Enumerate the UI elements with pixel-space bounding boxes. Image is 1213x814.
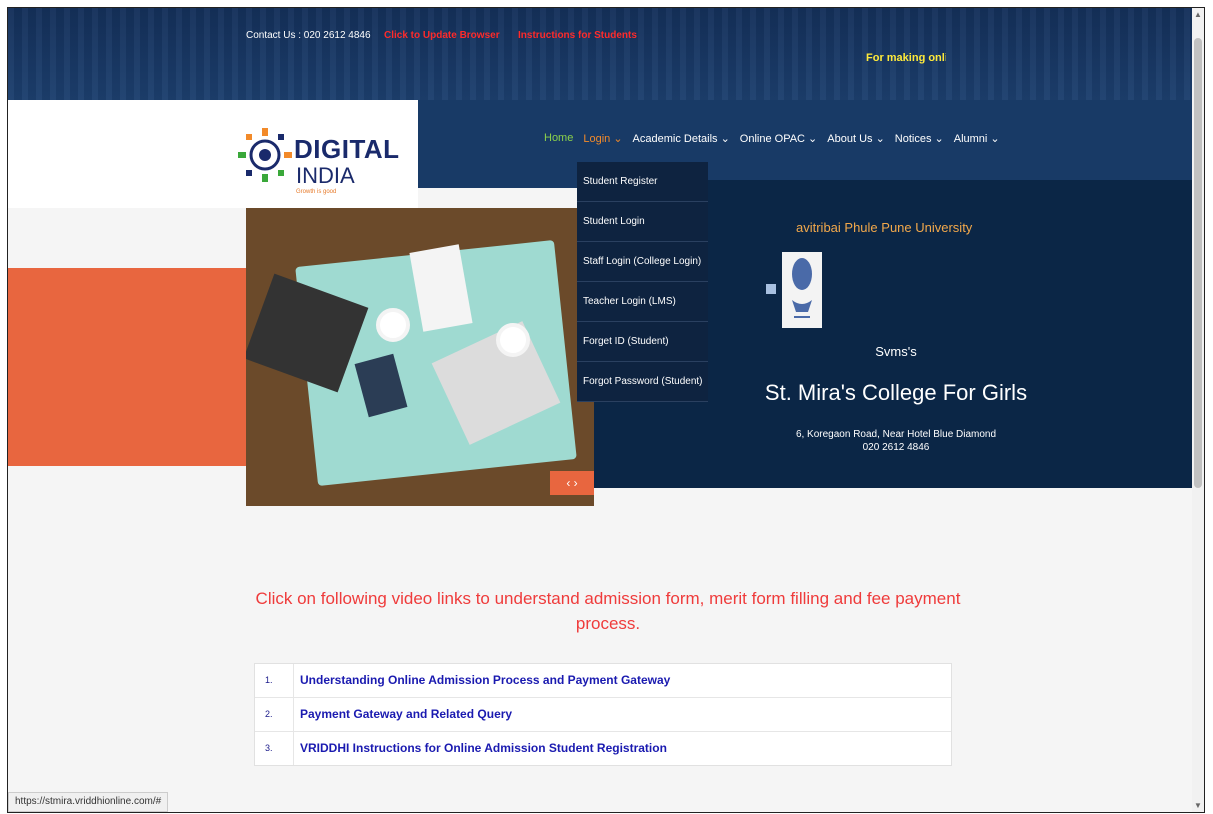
status-bar-url: https://stmira.vriddhionline.com/#	[8, 792, 169, 812]
update-browser-link[interactable]: Click to Update Browser	[384, 30, 500, 41]
video-link-row: 1. Understanding Online Admission Proces…	[255, 664, 951, 698]
nav-item-alumni[interactable]: Alumni ⌄	[954, 132, 1000, 145]
video-link[interactable]: VRIDDHI Instructions for Online Admissio…	[294, 732, 667, 765]
main-nav: Home Login ⌄ Academic Details ⌄ Online O…	[544, 132, 1010, 145]
contact-text: Contact Us : 020 2612 4846	[246, 30, 371, 41]
logo-text-india: INDIA	[296, 163, 355, 188]
video-link-row: 3. VRIDDHI Instructions for Online Admis…	[255, 732, 951, 765]
digital-india-logo-icon	[238, 128, 292, 182]
student-instructions-link[interactable]: Instructions for Students	[518, 30, 637, 41]
scrollbar-thumb[interactable]	[1194, 38, 1202, 488]
menu-item-forget-id[interactable]: Forget ID (Student)	[577, 322, 708, 362]
marquee-text: For making online pa	[866, 52, 946, 64]
slider-photo	[246, 208, 594, 506]
address-line: 6, Koregaon Road, Near Hotel Blue Diamon…	[795, 429, 997, 440]
video-link-row: 2. Payment Gateway and Related Query	[255, 698, 951, 732]
logo-text-digital: DIGITAL	[294, 134, 400, 164]
video-links-table: 1. Understanding Online Admission Proces…	[254, 663, 952, 766]
row-number: 3.	[255, 732, 294, 765]
nav-item-home[interactable]: Home	[544, 132, 573, 145]
college-emblem-icon	[782, 252, 822, 328]
menu-item-staff-login[interactable]: Staff Login (College Login)	[577, 242, 708, 282]
video-link[interactable]: Payment Gateway and Related Query	[294, 698, 512, 731]
logo-tagline: Growth is good	[296, 189, 337, 195]
video-link[interactable]: Understanding Online Admission Process a…	[294, 664, 670, 697]
phone-line: 020 2612 4846	[862, 442, 930, 453]
nav-item-login[interactable]: Login ⌄	[583, 132, 622, 145]
photo-cup	[376, 308, 410, 342]
photo-cup	[496, 323, 530, 357]
slider-prev-next-buttons[interactable]: ‹ ›	[550, 471, 594, 495]
video-instructions-heading: Click on following video links to unders…	[255, 589, 961, 633]
menu-item-student-login[interactable]: Student Login	[577, 202, 708, 242]
nav-item-online-opac[interactable]: Online OPAC ⌄	[740, 132, 817, 145]
broken-image-icon	[766, 284, 776, 294]
menu-item-student-register[interactable]: Student Register	[577, 162, 708, 202]
login-dropdown-menu: Student Register Student Login Staff Log…	[577, 162, 708, 402]
scroll-up-arrow-icon[interactable]: ▲	[1194, 10, 1202, 19]
top-bar: Contact Us : 020 2612 4846 Click to Upda…	[8, 8, 1198, 100]
row-number: 2.	[255, 698, 294, 731]
college-address: 6, Koregaon Road, Near Hotel Blue Diamon…	[594, 428, 1198, 454]
menu-item-forgot-password[interactable]: Forgot Password (Student)	[577, 362, 708, 402]
vertical-scrollbar[interactable]: ▲ ▼	[1192, 8, 1204, 812]
browser-viewport: Contact Us : 020 2612 4846 Click to Upda…	[7, 7, 1205, 813]
university-name: avitribai Phule Pune University	[796, 220, 973, 235]
nav-item-academic-details[interactable]: Academic Details ⌄	[633, 132, 730, 145]
scroll-down-arrow-icon[interactable]: ▼	[1194, 801, 1202, 810]
nav-item-about-us[interactable]: About Us ⌄	[827, 132, 885, 145]
menu-item-teacher-login[interactable]: Teacher Login (LMS)	[577, 282, 708, 322]
nav-item-notices[interactable]: Notices ⌄	[895, 132, 944, 145]
orange-accent-band	[8, 268, 248, 466]
row-number: 1.	[255, 664, 294, 697]
